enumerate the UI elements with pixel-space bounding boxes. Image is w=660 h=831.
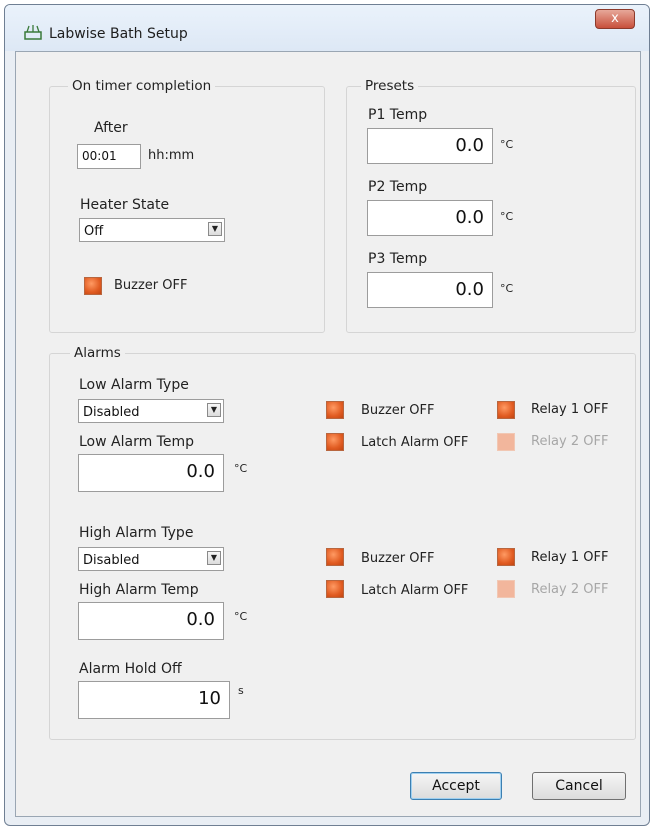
- low-alarm-temp-input[interactable]: 0.0: [78, 454, 224, 492]
- p1-temp-unit: °C: [500, 138, 514, 151]
- accept-button[interactable]: Accept: [410, 772, 502, 800]
- high-relay1-led: [497, 548, 515, 566]
- high-buzzer-label: Buzzer OFF: [361, 551, 435, 566]
- p2-temp-input[interactable]: 0.0: [367, 200, 493, 236]
- presets-group-legend: Presets: [361, 78, 419, 94]
- timer-buzzer-label: Buzzer OFF: [114, 278, 188, 293]
- low-alarm-temp-unit: °C: [234, 462, 248, 475]
- low-relay1-led: [497, 401, 515, 419]
- low-alarm-type-select[interactable]: Disabled ▼: [78, 399, 224, 423]
- high-alarm-temp-label: High Alarm Temp: [79, 582, 199, 598]
- chevron-down-icon[interactable]: ▼: [207, 403, 221, 417]
- cancel-button[interactable]: Cancel: [532, 772, 626, 800]
- low-alarm-temp-label: Low Alarm Temp: [79, 434, 194, 450]
- app-icon: [24, 25, 42, 40]
- low-relay2-label: Relay 2 OFF: [531, 434, 609, 449]
- timer-buzzer-led: [84, 277, 102, 295]
- low-relay2-led: [497, 433, 515, 451]
- high-alarm-type-select[interactable]: Disabled ▼: [78, 547, 224, 571]
- high-latch-led: [326, 580, 344, 598]
- high-buzzer-led: [326, 548, 344, 566]
- heater-state-select[interactable]: Off ▼: [79, 218, 225, 242]
- low-latch-led: [326, 433, 344, 451]
- low-buzzer-led: [326, 401, 344, 419]
- alarm-hold-off-label: Alarm Hold Off: [79, 661, 182, 677]
- p2-temp-label: P2 Temp: [368, 179, 428, 195]
- after-time-input[interactable]: 00:01: [77, 144, 141, 169]
- alarm-hold-off-input[interactable]: 10: [78, 681, 230, 719]
- high-alarm-temp-input[interactable]: 0.0: [78, 602, 224, 640]
- heater-state-label: Heater State: [80, 197, 170, 213]
- high-latch-label: Latch Alarm OFF: [361, 583, 469, 598]
- after-unit-label: hh:mm: [148, 148, 195, 163]
- low-alarm-type-value: Disabled: [83, 405, 140, 420]
- low-relay1-label: Relay 1 OFF: [531, 402, 609, 417]
- alarm-hold-off-unit: s: [238, 684, 244, 697]
- chevron-down-icon[interactable]: ▼: [208, 222, 222, 236]
- p1-temp-input[interactable]: 0.0: [367, 128, 493, 164]
- close-button[interactable]: x: [595, 9, 635, 29]
- alarms-group-legend: Alarms: [70, 345, 125, 361]
- window-title: Labwise Bath Setup: [49, 26, 188, 42]
- dialog-client-area: On timer completion After 00:01 hh:mm He…: [15, 51, 641, 817]
- after-label: After: [94, 120, 128, 136]
- low-alarm-type-label: Low Alarm Type: [79, 377, 189, 393]
- timer-group-legend: On timer completion: [68, 78, 216, 94]
- high-relay2-label: Relay 2 OFF: [531, 582, 609, 597]
- high-relay2-led: [497, 580, 515, 598]
- low-latch-label: Latch Alarm OFF: [361, 435, 469, 450]
- heater-state-value: Off: [84, 224, 104, 239]
- high-relay1-label: Relay 1 OFF: [531, 550, 609, 565]
- p3-temp-label: P3 Temp: [368, 251, 428, 267]
- high-alarm-type-value: Disabled: [83, 553, 140, 568]
- p1-temp-label: P1 Temp: [368, 107, 428, 123]
- p2-temp-unit: °C: [500, 210, 514, 223]
- p3-temp-unit: °C: [500, 282, 514, 295]
- p3-temp-input[interactable]: 0.0: [367, 272, 493, 308]
- high-alarm-temp-unit: °C: [234, 610, 248, 623]
- dialog-window: Labwise Bath Setup x On timer completion…: [4, 4, 650, 826]
- title-bar[interactable]: Labwise Bath Setup x: [5, 5, 649, 51]
- high-alarm-type-label: High Alarm Type: [79, 525, 194, 541]
- chevron-down-icon[interactable]: ▼: [207, 551, 221, 565]
- low-buzzer-label: Buzzer OFF: [361, 403, 435, 418]
